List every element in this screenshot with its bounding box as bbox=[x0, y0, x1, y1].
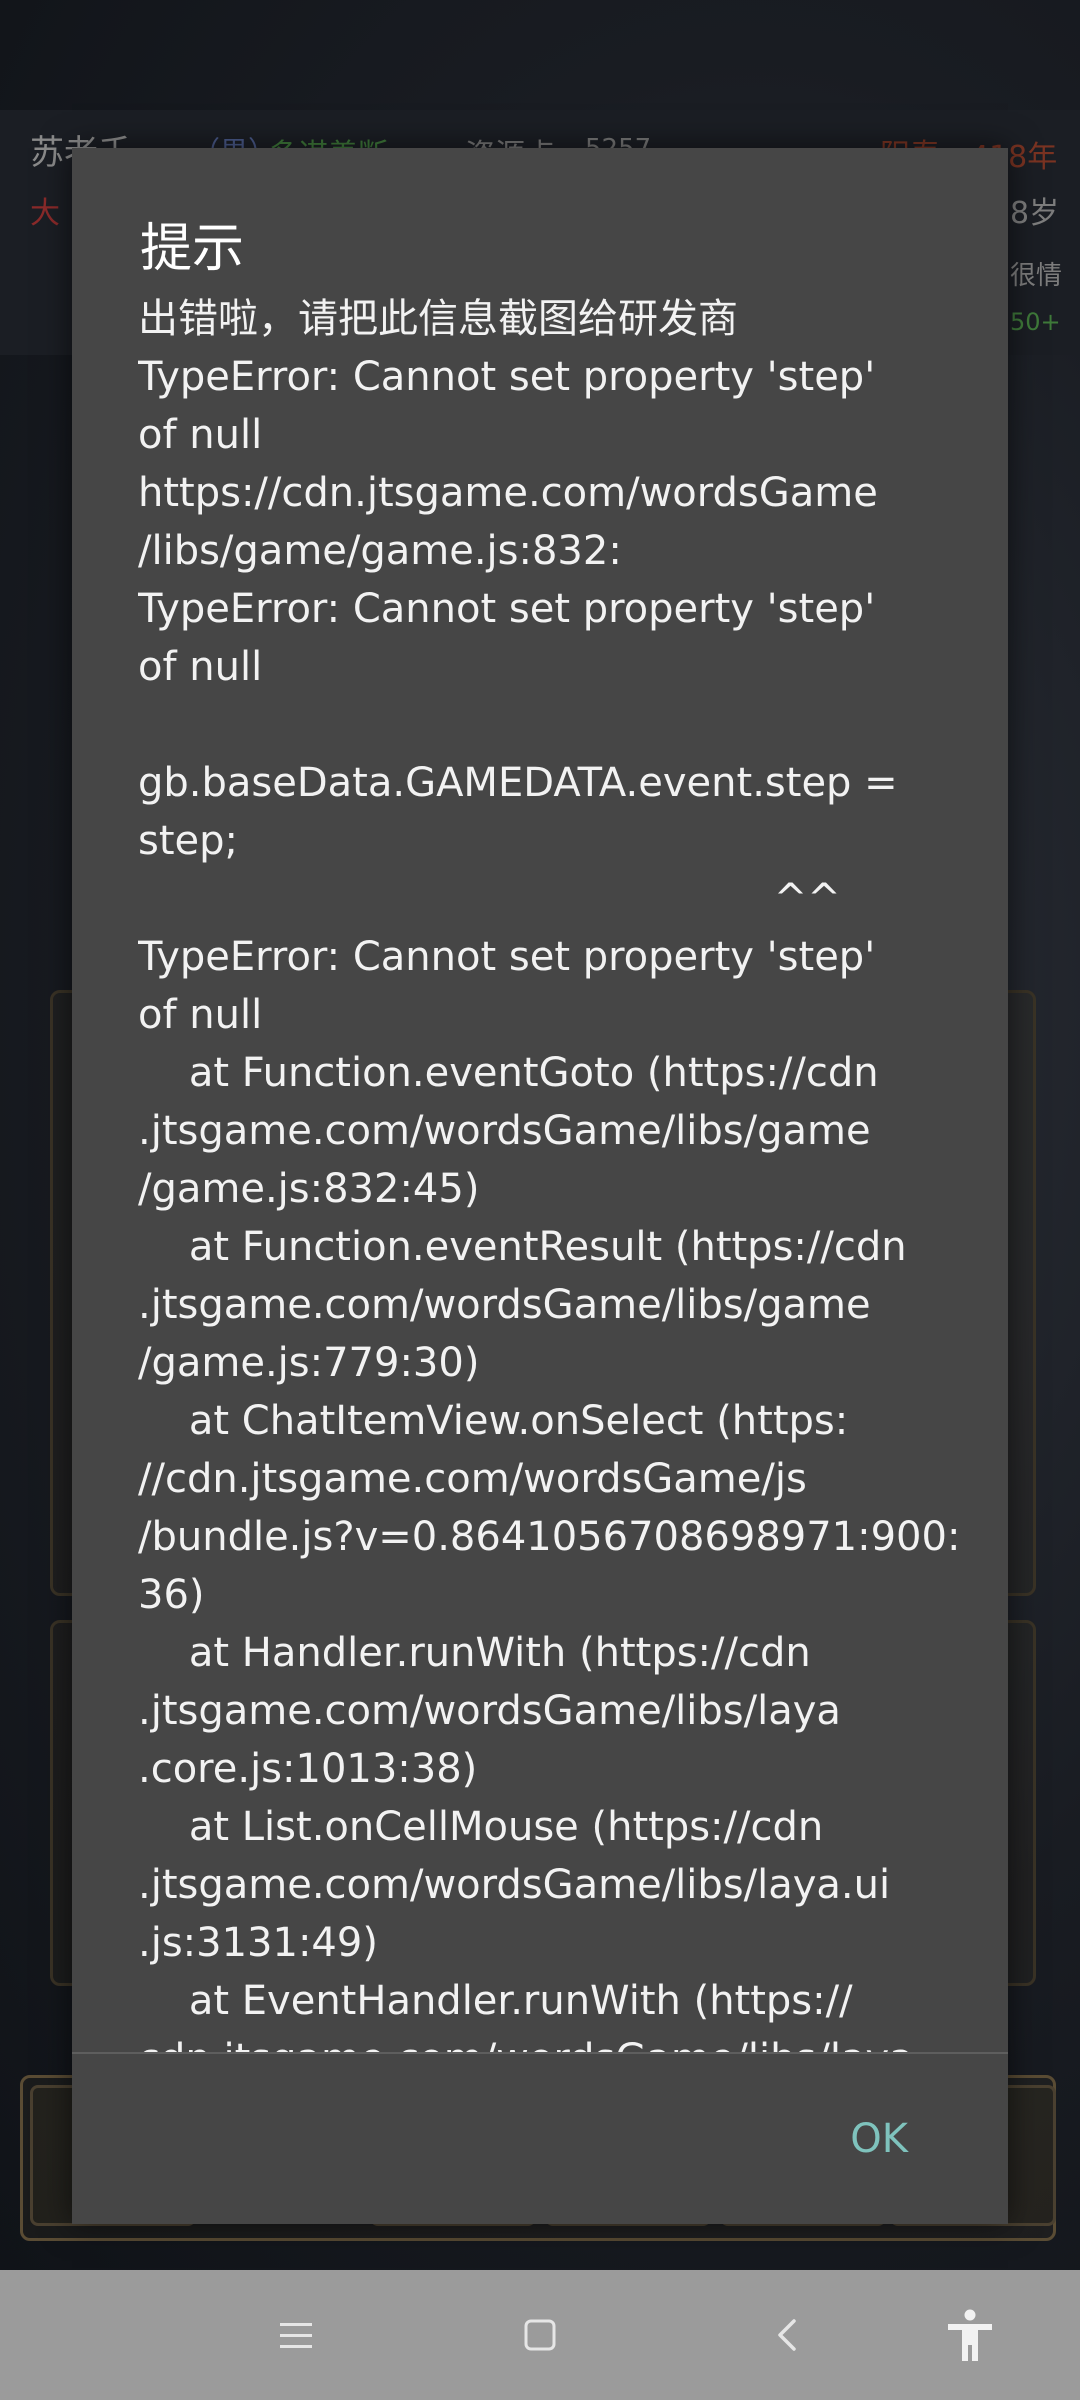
dialog-footer: OK bbox=[72, 2054, 1008, 2224]
age-text: 8岁 bbox=[1010, 196, 1060, 231]
home-icon bbox=[524, 2319, 556, 2351]
red-badge-text: 大 bbox=[30, 196, 60, 231]
dialog-title: 提示 bbox=[140, 219, 245, 279]
ok-button[interactable]: OK bbox=[842, 2110, 916, 2168]
accessibility-icon bbox=[948, 2309, 992, 2361]
menu-button[interactable] bbox=[264, 2303, 328, 2367]
error-message: 出错啦，请把此信息截图给研发商 TypeError: Cannot set pr… bbox=[138, 296, 961, 2082]
navigation-bar bbox=[0, 2270, 1080, 2400]
menu-icon bbox=[280, 2323, 312, 2348]
dialog-scroll-area[interactable]: 出错啦，请把此信息截图给研发商 TypeError: Cannot set pr… bbox=[138, 290, 1018, 2196]
accessibility-button[interactable] bbox=[938, 2303, 1002, 2367]
error-dialog: 提示 出错啦，请把此信息截图给研发商 TypeError: Cannot set… bbox=[72, 148, 1008, 2224]
home-button[interactable] bbox=[508, 2303, 572, 2367]
side-text: 很情 bbox=[1010, 261, 1063, 291]
back-icon bbox=[778, 2319, 796, 2351]
back-button[interactable] bbox=[756, 2303, 820, 2367]
